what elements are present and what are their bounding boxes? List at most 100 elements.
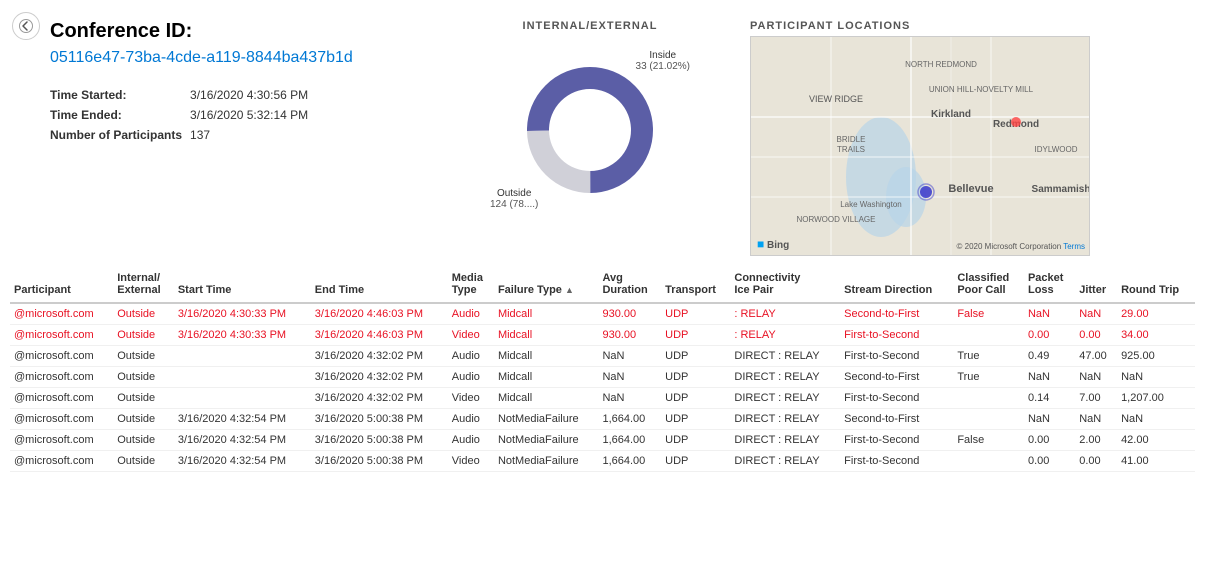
cell-internal_external: Outside <box>113 388 174 409</box>
cell-avg_duration: 1,664.00 <box>598 430 661 451</box>
cell-stream_direction: First-to-Second <box>840 430 953 451</box>
cell-stream_direction: First-to-Second <box>840 325 953 346</box>
cell-failure_type: Midcall <box>494 367 599 388</box>
cell-stream_direction: First-to-Second <box>840 451 953 472</box>
time-ended-value: 3/16/2020 5:32:14 PM <box>190 105 316 125</box>
col-packet-loss[interactable]: PacketLoss <box>1024 266 1075 303</box>
col-failure-type[interactable]: Failure Type ▲ <box>494 266 599 303</box>
cell-participant[interactable]: @microsoft.com <box>10 346 113 367</box>
cell-failure_type: Midcall <box>494 388 599 409</box>
col-internal-external[interactable]: Internal/External <box>113 266 174 303</box>
cell-end_time: 3/16/2020 4:32:02 PM <box>311 388 448 409</box>
svg-text:Kirkland: Kirkland <box>931 109 971 120</box>
col-avg-duration[interactable]: AvgDuration <box>598 266 661 303</box>
conference-meta-table: Time Started: 3/16/2020 4:30:56 PM Time … <box>50 85 316 145</box>
cell-stream_direction: Second-to-First <box>840 303 953 325</box>
cell-participant[interactable]: @microsoft.com <box>10 409 113 430</box>
cell-transport: UDP <box>661 409 730 430</box>
terms-link[interactable]: Terms <box>1063 242 1085 251</box>
cell-end_time: 3/16/2020 5:00:38 PM <box>311 451 448 472</box>
cell-failure_type: Midcall <box>494 346 599 367</box>
cell-packet_loss: NaN <box>1024 367 1075 388</box>
cell-participant[interactable]: @microsoft.com <box>10 367 113 388</box>
map-title: PARTICIPANT LOCATIONS <box>750 20 1185 32</box>
cell-round_trip: 42.00 <box>1117 430 1195 451</box>
bing-logo: ■ Bing <box>757 237 789 251</box>
cell-connectivity_ice_pair: DIRECT : RELAY <box>730 388 840 409</box>
col-classified-poor-call[interactable]: ClassifiedPoor Call <box>953 266 1024 303</box>
cell-avg_duration: 1,664.00 <box>598 451 661 472</box>
col-transport[interactable]: Transport <box>661 266 730 303</box>
cell-media_type: Audio <box>448 409 494 430</box>
table-wrapper[interactable]: Participant Internal/External Start Time… <box>10 266 1195 472</box>
cell-jitter: 47.00 <box>1075 346 1117 367</box>
participant-locations-panel: PARTICIPANT LOCATIONS NORTH REDMOND <box>750 20 1185 256</box>
cell-connectivity_ice_pair: DIRECT : RELAY <box>730 367 840 388</box>
data-table-section: Participant Internal/External Start Time… <box>0 266 1205 482</box>
cell-internal_external: Outside <box>113 409 174 430</box>
cell-classified_poor_call <box>953 325 1024 346</box>
cell-start_time: 3/16/2020 4:32:54 PM <box>174 430 311 451</box>
map-copyright: © 2020 Microsoft Corporation Terms <box>957 242 1085 251</box>
cell-round_trip: 1,207.00 <box>1117 388 1195 409</box>
cell-connectivity_ice_pair: DIRECT : RELAY <box>730 451 840 472</box>
cell-connectivity_ice_pair: : RELAY <box>730 303 840 325</box>
col-end-time[interactable]: End Time <box>311 266 448 303</box>
cell-participant[interactable]: @microsoft.com <box>10 303 113 325</box>
col-start-time[interactable]: Start Time <box>174 266 311 303</box>
cell-packet_loss: NaN <box>1024 409 1075 430</box>
chart-title: INTERNAL/EXTERNAL <box>523 20 658 32</box>
col-jitter[interactable]: Jitter <box>1075 266 1117 303</box>
participants-label: Number of Participants <box>50 125 190 145</box>
cell-media_type: Audio <box>448 367 494 388</box>
cell-avg_duration: NaN <box>598 367 661 388</box>
cell-stream_direction: Second-to-First <box>840 367 953 388</box>
time-ended-label: Time Ended: <box>50 105 190 125</box>
col-round-trip[interactable]: Round Trip <box>1117 266 1195 303</box>
cell-stream_direction: First-to-Second <box>840 346 953 367</box>
cell-connectivity_ice_pair: : RELAY <box>730 325 840 346</box>
cell-round_trip: 925.00 <box>1117 346 1195 367</box>
cell-round_trip: 41.00 <box>1117 451 1195 472</box>
conference-id-label: Conference ID: <box>50 20 430 43</box>
cell-participant[interactable]: @microsoft.com <box>10 388 113 409</box>
cell-internal_external: Outside <box>113 325 174 346</box>
cell-participant[interactable]: @microsoft.com <box>10 430 113 451</box>
cell-participant[interactable]: @microsoft.com <box>10 451 113 472</box>
col-stream-direction[interactable]: Stream Direction <box>840 266 953 303</box>
cell-start_time <box>174 388 311 409</box>
cell-jitter: 2.00 <box>1075 430 1117 451</box>
table-row: @microsoft.comOutside3/16/2020 4:32:54 P… <box>10 451 1195 472</box>
cell-end_time: 3/16/2020 4:32:02 PM <box>311 367 448 388</box>
col-connectivity-ice-pair[interactable]: ConnectivityIce Pair <box>730 266 840 303</box>
participants-table: Participant Internal/External Start Time… <box>10 266 1195 472</box>
cell-round_trip: NaN <box>1117 367 1195 388</box>
table-row: @microsoft.comOutside3/16/2020 4:32:54 P… <box>10 409 1195 430</box>
cell-packet_loss: 0.14 <box>1024 388 1075 409</box>
cell-classified_poor_call <box>953 451 1024 472</box>
table-row: @microsoft.comOutside3/16/2020 4:30:33 P… <box>10 325 1195 346</box>
cell-connectivity_ice_pair: DIRECT : RELAY <box>730 346 840 367</box>
cell-participant[interactable]: @microsoft.com <box>10 325 113 346</box>
cell-classified_poor_call <box>953 388 1024 409</box>
map-container: NORTH REDMOND UNION HILL-NOVELTY MILL VI… <box>750 36 1090 256</box>
cell-internal_external: Outside <box>113 367 174 388</box>
cell-failure_type: NotMediaFailure <box>494 409 599 430</box>
cell-internal_external: Outside <box>113 451 174 472</box>
cell-start_time: 3/16/2020 4:30:33 PM <box>174 303 311 325</box>
cell-start_time <box>174 346 311 367</box>
col-media-type[interactable]: MediaType <box>448 266 494 303</box>
svg-text:Bellevue: Bellevue <box>948 183 993 195</box>
cell-media_type: Audio <box>448 430 494 451</box>
cell-end_time: 3/16/2020 4:46:03 PM <box>311 303 448 325</box>
back-button[interactable] <box>12 12 40 40</box>
svg-text:NORTH REDMOND: NORTH REDMOND <box>905 60 977 69</box>
cell-end_time: 3/16/2020 5:00:38 PM <box>311 430 448 451</box>
conference-id-value[interactable]: 05116e47-73ba-4cde-a119-8844ba437b1d <box>50 49 430 67</box>
cell-end_time: 3/16/2020 5:00:38 PM <box>311 409 448 430</box>
time-started-value: 3/16/2020 4:30:56 PM <box>190 85 316 105</box>
table-header-row: Participant Internal/External Start Time… <box>10 266 1195 303</box>
col-participant[interactable]: Participant <box>10 266 113 303</box>
cell-packet_loss: NaN <box>1024 303 1075 325</box>
cell-stream_direction: First-to-Second <box>840 388 953 409</box>
